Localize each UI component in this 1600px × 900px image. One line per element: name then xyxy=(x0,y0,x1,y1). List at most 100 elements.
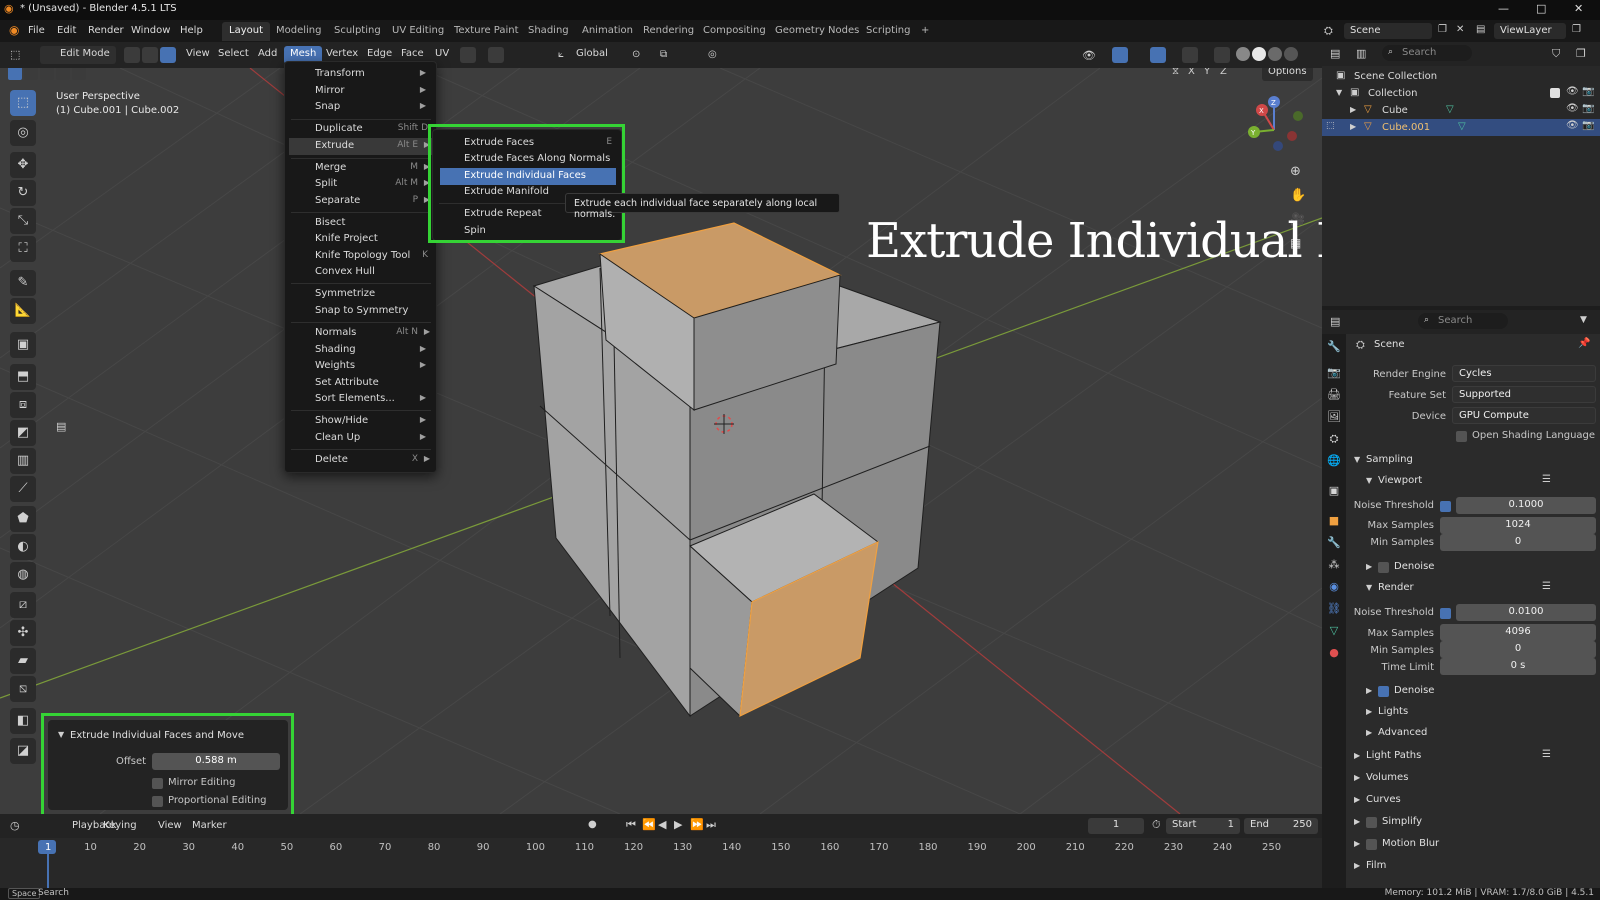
mesh-menu-merge[interactable]: Merge M ▶ xyxy=(289,160,432,177)
chevron-down-icon[interactable]: ▼ xyxy=(1354,455,1360,464)
collection-include-checkbox[interactable] xyxy=(1550,88,1560,98)
play-reverse-icon[interactable]: ◀ xyxy=(658,818,666,831)
zoom-icon[interactable]: ⊕ xyxy=(1290,164,1301,179)
solid-shading-icon[interactable] xyxy=(1252,47,1266,61)
r-max-field[interactable]: 4096 xyxy=(1440,624,1596,641)
outliner-row-cube[interactable]: ▶ ▽ Cube ▽ 👁 📷 xyxy=(1322,102,1600,119)
output-tab-icon[interactable]: 🖨 xyxy=(1326,388,1342,404)
scene-tab-icon[interactable]: ⛭ xyxy=(1326,432,1342,448)
vp-denoise-section[interactable]: Denoise xyxy=(1394,561,1434,572)
camera-render-icon[interactable]: 📷 xyxy=(1582,103,1594,114)
menu-file[interactable]: File xyxy=(28,25,45,36)
material-shading-icon[interactable] xyxy=(1268,47,1282,61)
outliner-row-cube-001[interactable]: ⬚ ▶ ▽ Cube.001 ▽ 👁 📷 xyxy=(1322,119,1600,136)
menu-window[interactable]: Window xyxy=(131,25,170,36)
tab-scripting[interactable]: Scripting xyxy=(859,22,917,41)
mesh-menu-extrude[interactable]: Extrude Alt E ▶ xyxy=(289,138,432,155)
material-tab-icon[interactable]: ● xyxy=(1326,646,1342,662)
volumes-section[interactable]: Volumes xyxy=(1366,772,1408,783)
render-tab-icon[interactable]: 📷 xyxy=(1326,366,1342,382)
chevron-right-icon[interactable]: ▶ xyxy=(1354,773,1360,782)
camera-render-icon[interactable]: 📷 xyxy=(1582,86,1594,97)
mirror-editing-checkbox[interactable] xyxy=(152,778,163,789)
chevron-right-icon[interactable]: ▶ xyxy=(1354,817,1360,826)
chevron-right-icon[interactable]: ▶ xyxy=(1354,751,1360,760)
r-noise-checkbox[interactable] xyxy=(1440,608,1451,619)
presets-icon[interactable]: ☰ xyxy=(1542,474,1551,485)
mesh-menu-duplicate[interactable]: Duplicate Shift D xyxy=(289,121,432,138)
object-tab-icon[interactable]: ■ xyxy=(1326,514,1342,530)
mesh-menu-set-attribute[interactable]: Set Attribute xyxy=(289,375,432,392)
mesh-menu-bisect[interactable]: Bisect xyxy=(289,215,432,232)
menu-render[interactable]: Render xyxy=(88,25,124,36)
device-dropdown[interactable]: GPU Compute xyxy=(1452,407,1596,424)
chevron-right-icon[interactable]: ▶ xyxy=(1350,122,1356,131)
simplify-checkbox[interactable] xyxy=(1366,817,1377,828)
physics-tab-icon[interactable]: ◉ xyxy=(1326,580,1342,596)
options-dropdown[interactable]: Options xyxy=(1262,68,1313,81)
timeline-editor-icon[interactable]: ◷ xyxy=(10,819,20,832)
sampling-section[interactable]: Sampling xyxy=(1366,454,1413,465)
eye-icon[interactable]: 👁 xyxy=(1566,120,1579,131)
tab-uv-editing[interactable]: UV Editing xyxy=(385,22,451,41)
collection-tab-icon[interactable]: ▣ xyxy=(1326,484,1342,500)
menu-timeline-view[interactable]: View xyxy=(158,820,182,831)
edge-slide-tool-icon[interactable]: ⧄ xyxy=(10,592,36,618)
axis-y-toggle[interactable]: Y xyxy=(1204,68,1210,77)
motion-blur-section[interactable]: Motion Blur xyxy=(1382,838,1439,849)
tab-rendering[interactable]: Rendering xyxy=(636,22,701,41)
rip-region-tool-icon[interactable]: ⧅ xyxy=(10,676,36,702)
mesh-menu-snap[interactable]: Snap ▶ xyxy=(289,99,432,116)
r-noise-field[interactable]: 0.0100 xyxy=(1456,604,1596,621)
chevron-right-icon[interactable]: ▶ xyxy=(1354,839,1360,848)
mesh-menu-convex-hull[interactable]: Convex Hull xyxy=(289,264,432,281)
mesh-menu-knife-project[interactable]: Knife Project xyxy=(289,231,432,248)
mesh-menu-delete[interactable]: Delete X ▶ xyxy=(289,452,432,469)
mesh-menu-split[interactable]: Split Alt M ▶ xyxy=(289,176,432,193)
gizmo-toggle-icon[interactable] xyxy=(1112,47,1128,63)
extrude-region-tool-icon[interactable]: ⬒ xyxy=(10,364,36,390)
add-cube-tool-icon[interactable]: ▣ xyxy=(10,332,36,358)
eye-icon[interactable]: 👁 xyxy=(1566,86,1579,97)
sidebar-toggle-icon[interactable]: ◧ xyxy=(10,708,36,734)
mesh-menu-snap-to-symmetry[interactable]: Snap to Symmetry xyxy=(289,303,432,320)
transform-orientation-dropdown[interactable]: Global xyxy=(570,46,614,64)
new-view-layer-icon[interactable]: ❐ xyxy=(1572,24,1581,35)
scene-icon[interactable]: ⛭ xyxy=(1324,24,1333,38)
tab-texture-paint[interactable]: Texture Paint xyxy=(447,22,526,41)
navigation-gizmo[interactable]: Z X Y xyxy=(1248,96,1303,151)
collapse-toolbar-icon[interactable]: ▤ xyxy=(56,420,66,433)
shrink-fatten-tool-icon[interactable]: ✣ xyxy=(10,620,36,646)
add-workspace-button[interactable]: + xyxy=(914,22,936,41)
presets-icon[interactable]: ☰ xyxy=(1542,581,1551,592)
mesh-menu-normals[interactable]: Normals Alt N ▶ xyxy=(289,325,432,342)
render-subsection[interactable]: Render xyxy=(1378,582,1414,593)
mesh-menu-clean-up[interactable]: Clean Up ▶ xyxy=(289,430,432,447)
toggle-view-icon[interactable] xyxy=(1214,47,1230,63)
tab-shading[interactable]: Shading xyxy=(521,22,576,41)
delete-scene-icon[interactable]: ✕ xyxy=(1456,24,1464,35)
pivot-icon[interactable]: ⊙ xyxy=(632,49,640,60)
view-layer-icon[interactable]: ▤ xyxy=(1476,24,1485,35)
properties-search-input[interactable]: Search xyxy=(1418,313,1508,329)
operator-title[interactable]: Extrude Individual Faces and Move xyxy=(70,730,244,741)
menu-select[interactable]: Select xyxy=(212,46,255,64)
select-box-icon[interactable] xyxy=(8,68,22,80)
xray-icon[interactable] xyxy=(1182,47,1198,63)
advanced-section[interactable]: Advanced xyxy=(1378,727,1427,738)
new-collection-icon[interactable]: ❐ xyxy=(1576,47,1586,60)
mode-selector[interactable]: Edit Mode xyxy=(40,46,116,64)
cursor-tool-icon[interactable]: ◎ xyxy=(10,120,36,146)
mesh-menu-separate[interactable]: Separate P ▶ xyxy=(289,193,432,210)
tab-sculpting[interactable]: Sculpting xyxy=(327,22,388,41)
pin-icon[interactable]: 📌 xyxy=(1578,338,1590,349)
minimize-button[interactable]: — xyxy=(1498,2,1509,15)
osl-checkbox[interactable] xyxy=(1456,431,1467,442)
prev-key-icon[interactable]: ⏪ xyxy=(642,818,656,831)
tab-layout[interactable]: Layout xyxy=(222,22,270,41)
measure-tool-icon[interactable]: 📐 xyxy=(10,298,36,324)
camera-render-icon[interactable]: 📷 xyxy=(1582,120,1594,131)
tab-compositing[interactable]: Compositing xyxy=(696,22,773,41)
vp-min-field[interactable]: 0 xyxy=(1440,534,1596,551)
data-tab-icon[interactable]: ▽ xyxy=(1326,624,1342,640)
